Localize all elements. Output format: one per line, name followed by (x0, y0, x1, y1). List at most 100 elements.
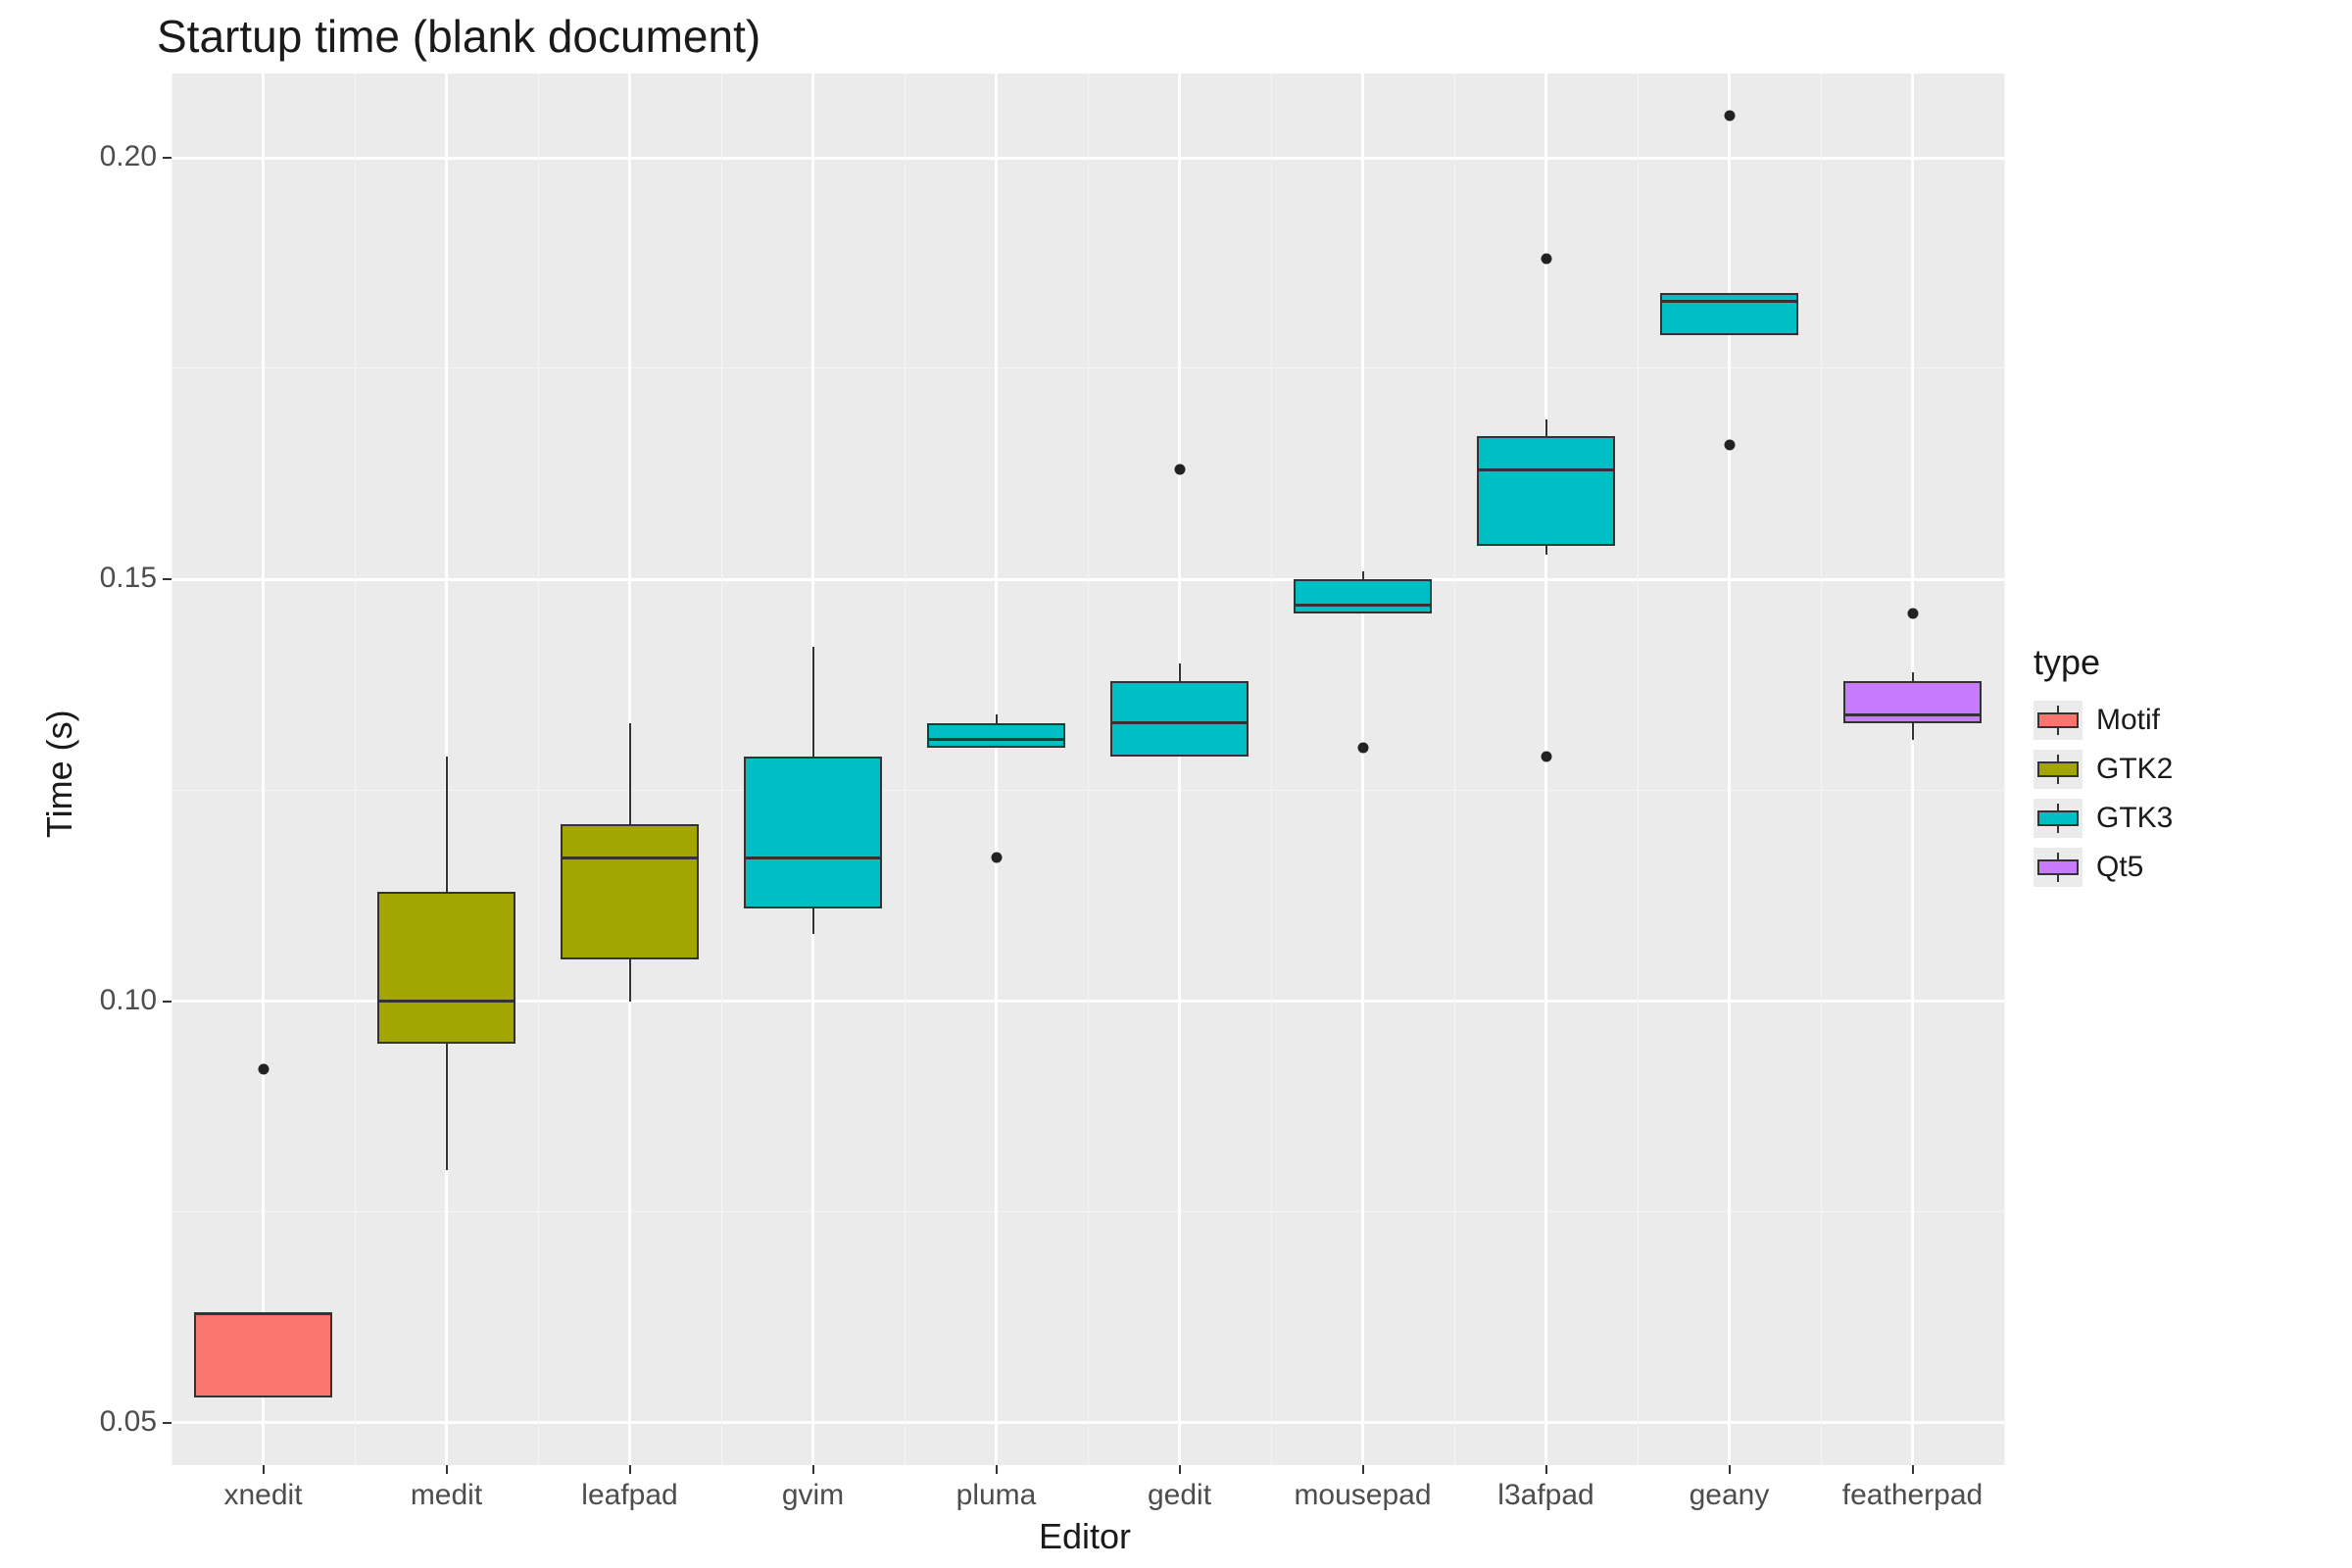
box-gedit (1110, 681, 1248, 757)
x-tick-label: gedit (1148, 1479, 1211, 1512)
v-gridline-major (995, 74, 998, 1465)
median-line (927, 738, 1064, 741)
median-line (1843, 713, 1981, 716)
box-medit (377, 892, 514, 1044)
x-tick-mark (812, 1465, 814, 1474)
v-gridline-minor (1271, 74, 1272, 1465)
y-tick-label: 0.05 (54, 1405, 157, 1439)
x-tick-mark (1729, 1465, 1731, 1474)
legend-label: GTK3 (2096, 802, 2173, 835)
legend-swatch-icon (2037, 810, 2079, 826)
x-tick-label: gvim (782, 1479, 844, 1512)
legend-item-motif: Motif (2034, 701, 2173, 740)
legend-item-qt5: Qt5 (2034, 848, 2173, 887)
median-line (1294, 604, 1431, 607)
v-gridline-major (1911, 74, 1914, 1465)
whisker-lower (446, 1044, 448, 1170)
x-tick-mark (1545, 1465, 1547, 1474)
v-gridline-major (262, 74, 265, 1465)
median-line (377, 1000, 514, 1003)
median-line (1110, 721, 1248, 724)
legend-label: Motif (2096, 704, 2160, 737)
legend-swatch-icon (2037, 859, 2079, 875)
outlier-point (1357, 743, 1368, 754)
x-tick-label: geany (1690, 1479, 1770, 1512)
y-tick-label: 0.20 (54, 140, 157, 173)
v-gridline-major (1544, 74, 1547, 1465)
v-gridline-minor (721, 74, 722, 1465)
x-tick-label: leafpad (581, 1479, 677, 1512)
whisker-upper (996, 714, 998, 723)
x-tick-label: featherpad (1842, 1479, 1983, 1512)
box-l3afpad (1477, 436, 1614, 546)
v-gridline-minor (1088, 74, 1089, 1465)
x-tick-mark (629, 1465, 631, 1474)
whisker-lower (629, 959, 631, 1002)
box-gvim (744, 757, 881, 908)
x-tick-mark (446, 1465, 448, 1474)
outlier-point (258, 1063, 269, 1074)
legend-key-icon (2034, 750, 2082, 789)
whisker-upper (1912, 672, 1914, 681)
median-line (1477, 468, 1614, 471)
legend-key-icon (2034, 799, 2082, 838)
outlier-point (1541, 752, 1551, 762)
legend-item-gtk3: GTK3 (2034, 799, 2173, 838)
v-gridline-minor (355, 74, 356, 1465)
whisker-upper (1179, 663, 1181, 680)
v-gridline-major (1361, 74, 1364, 1465)
x-tick-label: l3afpad (1497, 1479, 1593, 1512)
legend-label: GTK2 (2096, 753, 2173, 786)
v-gridline-minor (1821, 74, 1822, 1465)
v-gridline-minor (1454, 74, 1455, 1465)
v-gridline-minor (2004, 74, 2005, 1465)
whisker-upper (1545, 419, 1547, 436)
v-gridline-minor (1638, 74, 1639, 1465)
x-tick-mark (996, 1465, 998, 1474)
v-gridline-minor (538, 74, 539, 1465)
median-line (194, 1312, 331, 1315)
y-axis-title: Time (s) (39, 710, 80, 838)
y-tick-label: 0.15 (54, 562, 157, 595)
whisker-lower (1912, 723, 1914, 740)
box-pluma (927, 723, 1064, 749)
x-axis-title: Editor (1039, 1516, 1131, 1557)
legend-swatch-icon (2037, 761, 2079, 777)
legend-key-icon (2034, 701, 2082, 740)
legend-title: type (2034, 642, 2173, 683)
chart-title: Startup time (blank document) (157, 10, 760, 63)
whisker-upper (1362, 571, 1364, 580)
x-tick-label: xnedit (223, 1479, 302, 1512)
outlier-point (1724, 111, 1735, 122)
x-tick-mark (1362, 1465, 1364, 1474)
whisker-upper (446, 757, 448, 892)
v-gridline-minor (905, 74, 906, 1465)
median-line (1660, 300, 1797, 303)
legend-label: Qt5 (2096, 851, 2143, 884)
legend-items: Motif GTK2 GTK3 Qt5 (2034, 701, 2173, 887)
whisker-lower (812, 908, 814, 934)
whisker-upper (629, 723, 631, 824)
outlier-point (1724, 439, 1735, 450)
whisker-lower (1545, 546, 1547, 555)
legend-key-icon (2034, 848, 2082, 887)
box-leafpad (561, 824, 698, 959)
x-tick-mark (1179, 1465, 1181, 1474)
box-mousepad (1294, 579, 1431, 612)
v-gridline-major (1178, 74, 1181, 1465)
median-line (744, 857, 881, 859)
y-tick-label: 0.10 (54, 984, 157, 1017)
x-tick-mark (1912, 1465, 1914, 1474)
box-xnedit (194, 1313, 331, 1397)
whisker-upper (812, 647, 814, 757)
x-tick-label: pluma (956, 1479, 1037, 1512)
outlier-point (1174, 465, 1185, 475)
outlier-point (1541, 254, 1551, 265)
chart-container: Startup time (blank document) 0.05 0.10 0.… (0, 0, 2352, 1568)
outlier-point (991, 853, 1002, 863)
legend-item-gtk2: GTK2 (2034, 750, 2173, 789)
legend-swatch-icon (2037, 712, 2079, 728)
v-gridline-major (1728, 74, 1731, 1465)
outlier-point (1907, 608, 1918, 618)
box-featherpad (1843, 681, 1981, 723)
